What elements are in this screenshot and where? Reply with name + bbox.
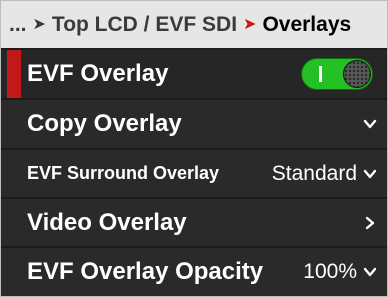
menu-item-label: EVF Overlay Opacity <box>27 258 264 285</box>
toggle-knob <box>343 60 371 88</box>
menu-item-evf-surround-overlay[interactable]: EVF Surround Overlay Standard <box>1 150 387 197</box>
selection-indicator <box>7 50 21 98</box>
overlays-menu-panel: ... ➤ Top LCD / EVF SDI ➤ Overlays EVF O… <box>0 0 388 297</box>
menu-item-copy-overlay[interactable]: Copy Overlay <box>1 100 387 148</box>
breadcrumb-separator-icon: ➤ <box>243 15 257 33</box>
breadcrumb: ... ➤ Top LCD / EVF SDI ➤ Overlays <box>1 1 387 48</box>
menu-item-video-overlay[interactable]: Video Overlay <box>1 199 387 246</box>
evf-overlay-toggle[interactable] <box>301 58 373 90</box>
menu-item-value: 100% <box>303 260 357 283</box>
breadcrumb-separator-icon: ➤ <box>32 15 46 33</box>
chevron-right-icon <box>365 216 375 229</box>
breadcrumb-back-ellipsis[interactable]: ... <box>9 13 27 37</box>
breadcrumb-current: Overlays <box>262 12 352 36</box>
toggle-on-mark-icon <box>319 66 322 82</box>
chevron-down-icon <box>363 267 377 277</box>
chevron-down-icon <box>363 119 377 129</box>
chevron-down-icon <box>363 169 377 178</box>
menu-item-label: Video Overlay <box>27 208 187 236</box>
breadcrumb-parent[interactable]: Top LCD / EVF SDI <box>52 13 237 37</box>
menu-item-label: EVF Surround Overlay <box>27 163 220 183</box>
menu-item-label: Copy Overlay <box>27 110 182 137</box>
menu-item-evf-overlay-opacity[interactable]: EVF Overlay Opacity 100% <box>1 248 387 296</box>
menu-item-label: EVF Overlay <box>27 60 169 87</box>
menu-item-value: Standard <box>271 161 357 185</box>
menu-item-evf-overlay[interactable]: EVF Overlay <box>1 50 387 98</box>
